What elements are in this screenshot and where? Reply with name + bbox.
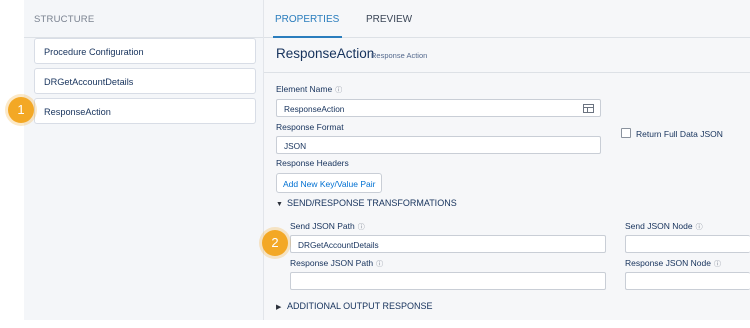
element-type-subtitle: Response Action <box>371 51 428 60</box>
response-format-label: Response Format <box>276 122 344 132</box>
additional-output-response-title: ADDITIONAL OUTPUT RESPONSE <box>287 301 433 311</box>
info-icon[interactable]: ⓘ <box>714 261 721 268</box>
return-full-data-checkbox[interactable] <box>621 128 631 138</box>
additional-output-response-section[interactable]: ▶ ADDITIONAL OUTPUT RESPONSE <box>276 301 433 311</box>
tab-properties[interactable]: PROPERTIES <box>275 14 339 25</box>
structure-item-responseaction[interactable]: ResponseAction <box>34 98 256 124</box>
left-margin <box>0 0 24 328</box>
tab-preview[interactable]: PREVIEW <box>366 14 412 25</box>
step-badge-2: 2 <box>262 230 288 256</box>
response-json-node-label: Response JSON Node ⓘ <box>625 258 721 268</box>
info-icon[interactable]: ⓘ <box>376 261 383 268</box>
send-json-node-label: Send JSON Node ⓘ <box>625 221 703 231</box>
structure-panel: STRUCTURE Procedure Configuration DRGetA… <box>24 0 264 320</box>
send-json-path-value: DRGetAccountDetails <box>298 240 379 250</box>
response-json-path-field[interactable] <box>290 272 606 290</box>
step-badge-1: 1 <box>8 97 34 123</box>
structure-header: STRUCTURE <box>24 0 263 38</box>
element-name-value: ResponseAction <box>284 104 345 114</box>
element-name-field[interactable]: ResponseAction <box>276 99 601 117</box>
response-format-value: JSON <box>284 141 307 151</box>
properties-panel: PROPERTIES PREVIEW ResponseAction Respon… <box>264 0 750 320</box>
send-response-transformations-title: SEND/RESPONSE TRANSFORMATIONS <box>287 198 457 208</box>
table-icon[interactable] <box>583 104 594 113</box>
response-format-field[interactable]: JSON <box>276 136 601 154</box>
add-key-value-pair-button[interactable]: Add New Key/Value Pair <box>276 173 383 193</box>
info-icon[interactable]: ⓘ <box>358 224 365 231</box>
active-tab-indicator <box>273 36 342 38</box>
send-json-path-field[interactable]: DRGetAccountDetails <box>290 235 606 253</box>
tab-bar: PROPERTIES PREVIEW <box>264 0 750 38</box>
response-headers-label: Response Headers <box>276 158 349 168</box>
response-json-path-label: Response JSON Path ⓘ <box>290 258 384 268</box>
info-icon[interactable]: ⓘ <box>696 224 703 231</box>
return-full-data-label: Return Full Data JSON <box>636 129 723 139</box>
structure-item-drgetaccountdetails[interactable]: DRGetAccountDetails <box>34 68 256 94</box>
caret-right-icon: ▶ <box>276 304 282 311</box>
response-json-node-field[interactable] <box>625 272 750 290</box>
send-response-transformations-section[interactable]: ▼ SEND/RESPONSE TRANSFORMATIONS <box>276 198 457 208</box>
element-name-label: Element Name ⓘ <box>276 84 343 94</box>
send-json-node-field[interactable] <box>625 235 750 253</box>
info-icon[interactable]: ⓘ <box>335 87 342 94</box>
element-title: ResponseAction <box>276 46 375 61</box>
header-divider <box>264 72 750 73</box>
send-json-path-label: Send JSON Path ⓘ <box>290 221 365 231</box>
caret-down-icon: ▼ <box>276 201 283 208</box>
structure-item-procedure-configuration[interactable]: Procedure Configuration <box>34 38 256 64</box>
